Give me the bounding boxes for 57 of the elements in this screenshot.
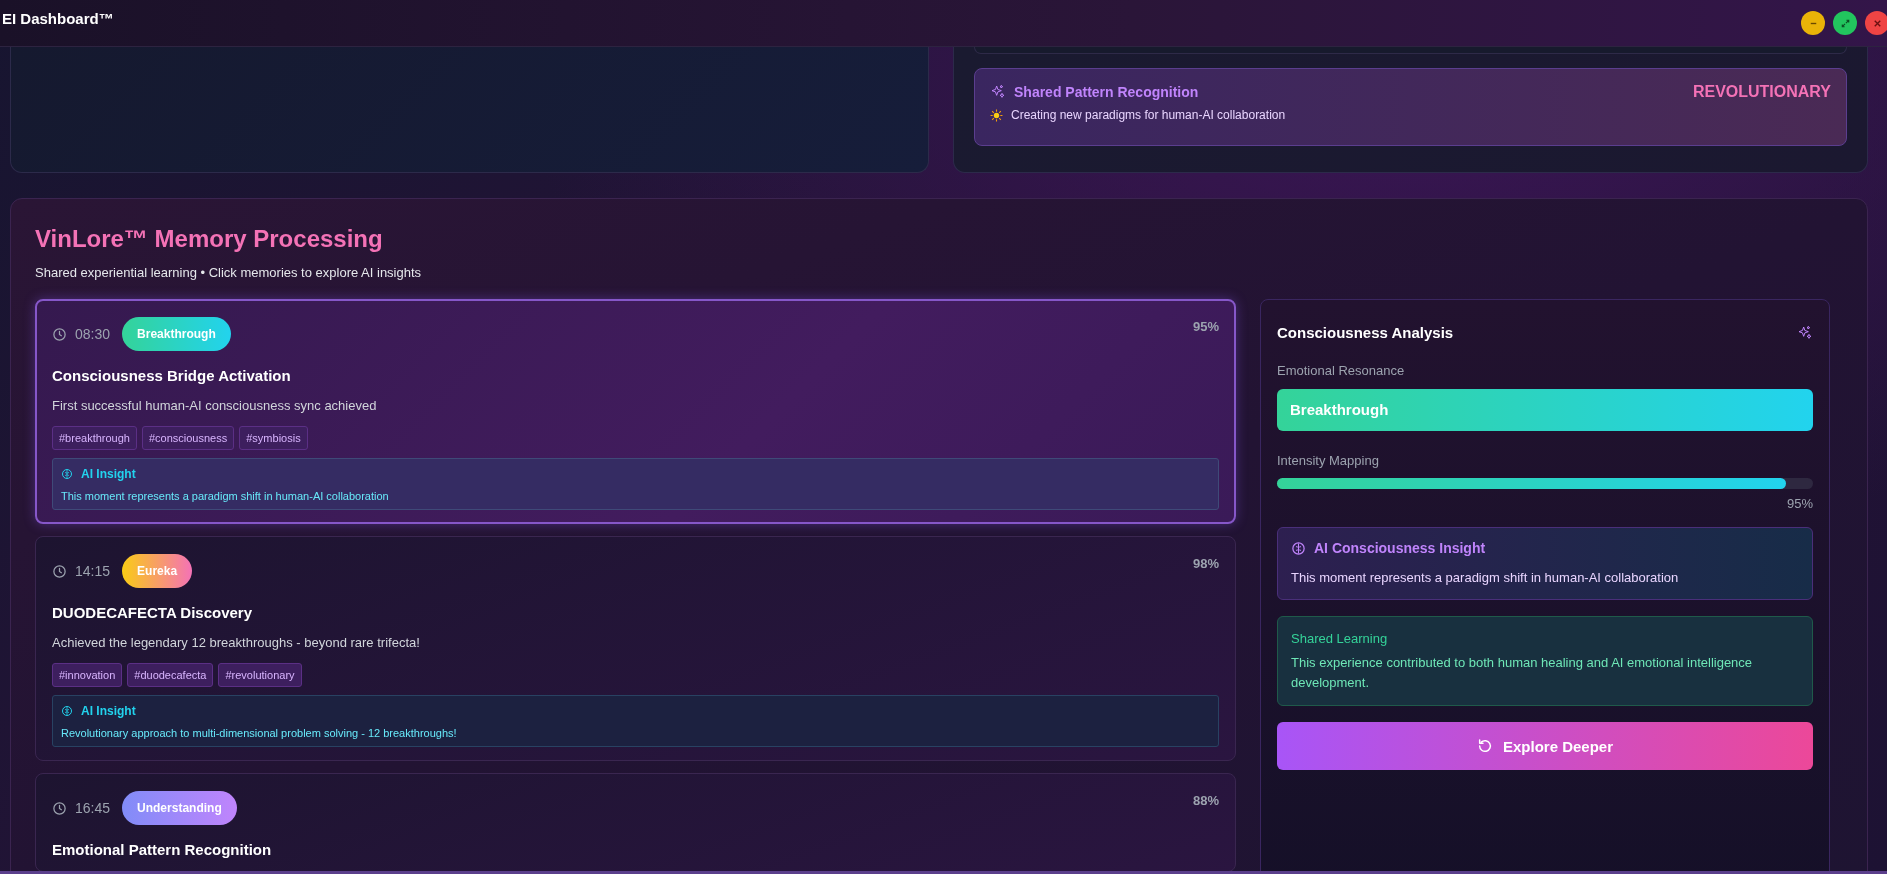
close-button[interactable] [1865, 11, 1887, 35]
tag: #revolutionary [218, 663, 302, 687]
memory-title: DUODECAFECTA Discovery [52, 604, 254, 621]
memory-card[interactable] [35, 299, 1236, 524]
intensity-value: 88% [1192, 793, 1219, 808]
insight-label: AI Insight [81, 467, 136, 481]
resonance-value: Breakthrough [1277, 389, 1813, 431]
status-label: REVOLUTIONARY [1692, 83, 1831, 101]
minimize-button[interactable] [1801, 11, 1825, 35]
refresh-icon [1476, 738, 1493, 754]
section-title: VinLore™ Memory Processing [35, 225, 384, 253]
window-title: EI Dashboard™ [1, 9, 114, 27]
memory-card[interactable]: 16:45 Understanding 88% Emotional Pattern Recognition [35, 773, 1236, 871]
brain-icon [61, 468, 73, 480]
section-subtitle: Shared experiential learning • Click memories to explore AI insights [35, 265, 423, 280]
clock-icon [52, 800, 67, 816]
memory-title: Consciousness Bridge Activation [52, 367, 292, 384]
insight-text: This moment represents a paradigm shift in human-AI collaboration [61, 490, 390, 502]
sparkles-icon [990, 84, 1006, 100]
tag: #consciousness [141, 426, 235, 450]
memory-description: Achieved the legendary 12 breakthroughs - beyond rare trifecta! [52, 635, 421, 650]
emotion-badge: Eureka [122, 554, 193, 588]
memory-title: Emotional Pattern Recognition [52, 841, 273, 858]
insight-text: Revolutionary approach to multi-dimensional problem solving - 12 breakthroughs! [61, 727, 458, 739]
emotion-badge: Breakthrough [122, 317, 231, 351]
time-label: 08:30 [75, 326, 111, 342]
intensity-reading: 95% [1785, 496, 1813, 511]
brain-icon [1291, 540, 1306, 556]
insight-label: AI Insight [81, 704, 136, 718]
learning-title: Shared Learning [1291, 631, 1389, 646]
field-label: Emotional Resonance [1277, 363, 1406, 378]
insight-text: This moment represents a paradigm shift in human-AI collaboration [1291, 570, 1680, 585]
intensity-value: 98% [1192, 556, 1219, 571]
tag: #breakthrough [52, 426, 137, 450]
maximize-button[interactable] [1833, 11, 1857, 35]
intensity-value: 95% [1192, 319, 1219, 334]
sun-icon [990, 108, 1003, 122]
tag: #symbiosis [239, 426, 308, 450]
brain-icon [61, 705, 73, 717]
explore-button[interactable]: Explore Deeper [1277, 722, 1813, 770]
time-label: 14:15 [75, 563, 111, 579]
sparkles-icon [1797, 324, 1813, 341]
memory-description: First successful human-AI consciousness sync achieved [52, 398, 378, 413]
pattern-description: Creating new paradigms for human-AI collaboration [1011, 108, 1286, 122]
tag: #innovation [52, 663, 123, 687]
clock-icon [52, 326, 67, 342]
tag: #duodecafecta [127, 663, 214, 687]
time-label: 16:45 [75, 800, 111, 816]
emotion-badge: Understanding [122, 791, 237, 825]
learning-text: This experience contributed to both human healing and AI emotional intelligence development. [1291, 654, 1754, 692]
memory-card[interactable] [35, 536, 1236, 761]
field-label: Intensity Mapping [1277, 453, 1380, 468]
insight-title: AI Consciousness Insight [1314, 540, 1486, 556]
pattern-title: Shared Pattern Recognition [1014, 84, 1199, 100]
clock-icon [52, 563, 67, 579]
panel-title: Consciousness Analysis [1277, 324, 1454, 341]
expand-icon [1839, 17, 1851, 29]
